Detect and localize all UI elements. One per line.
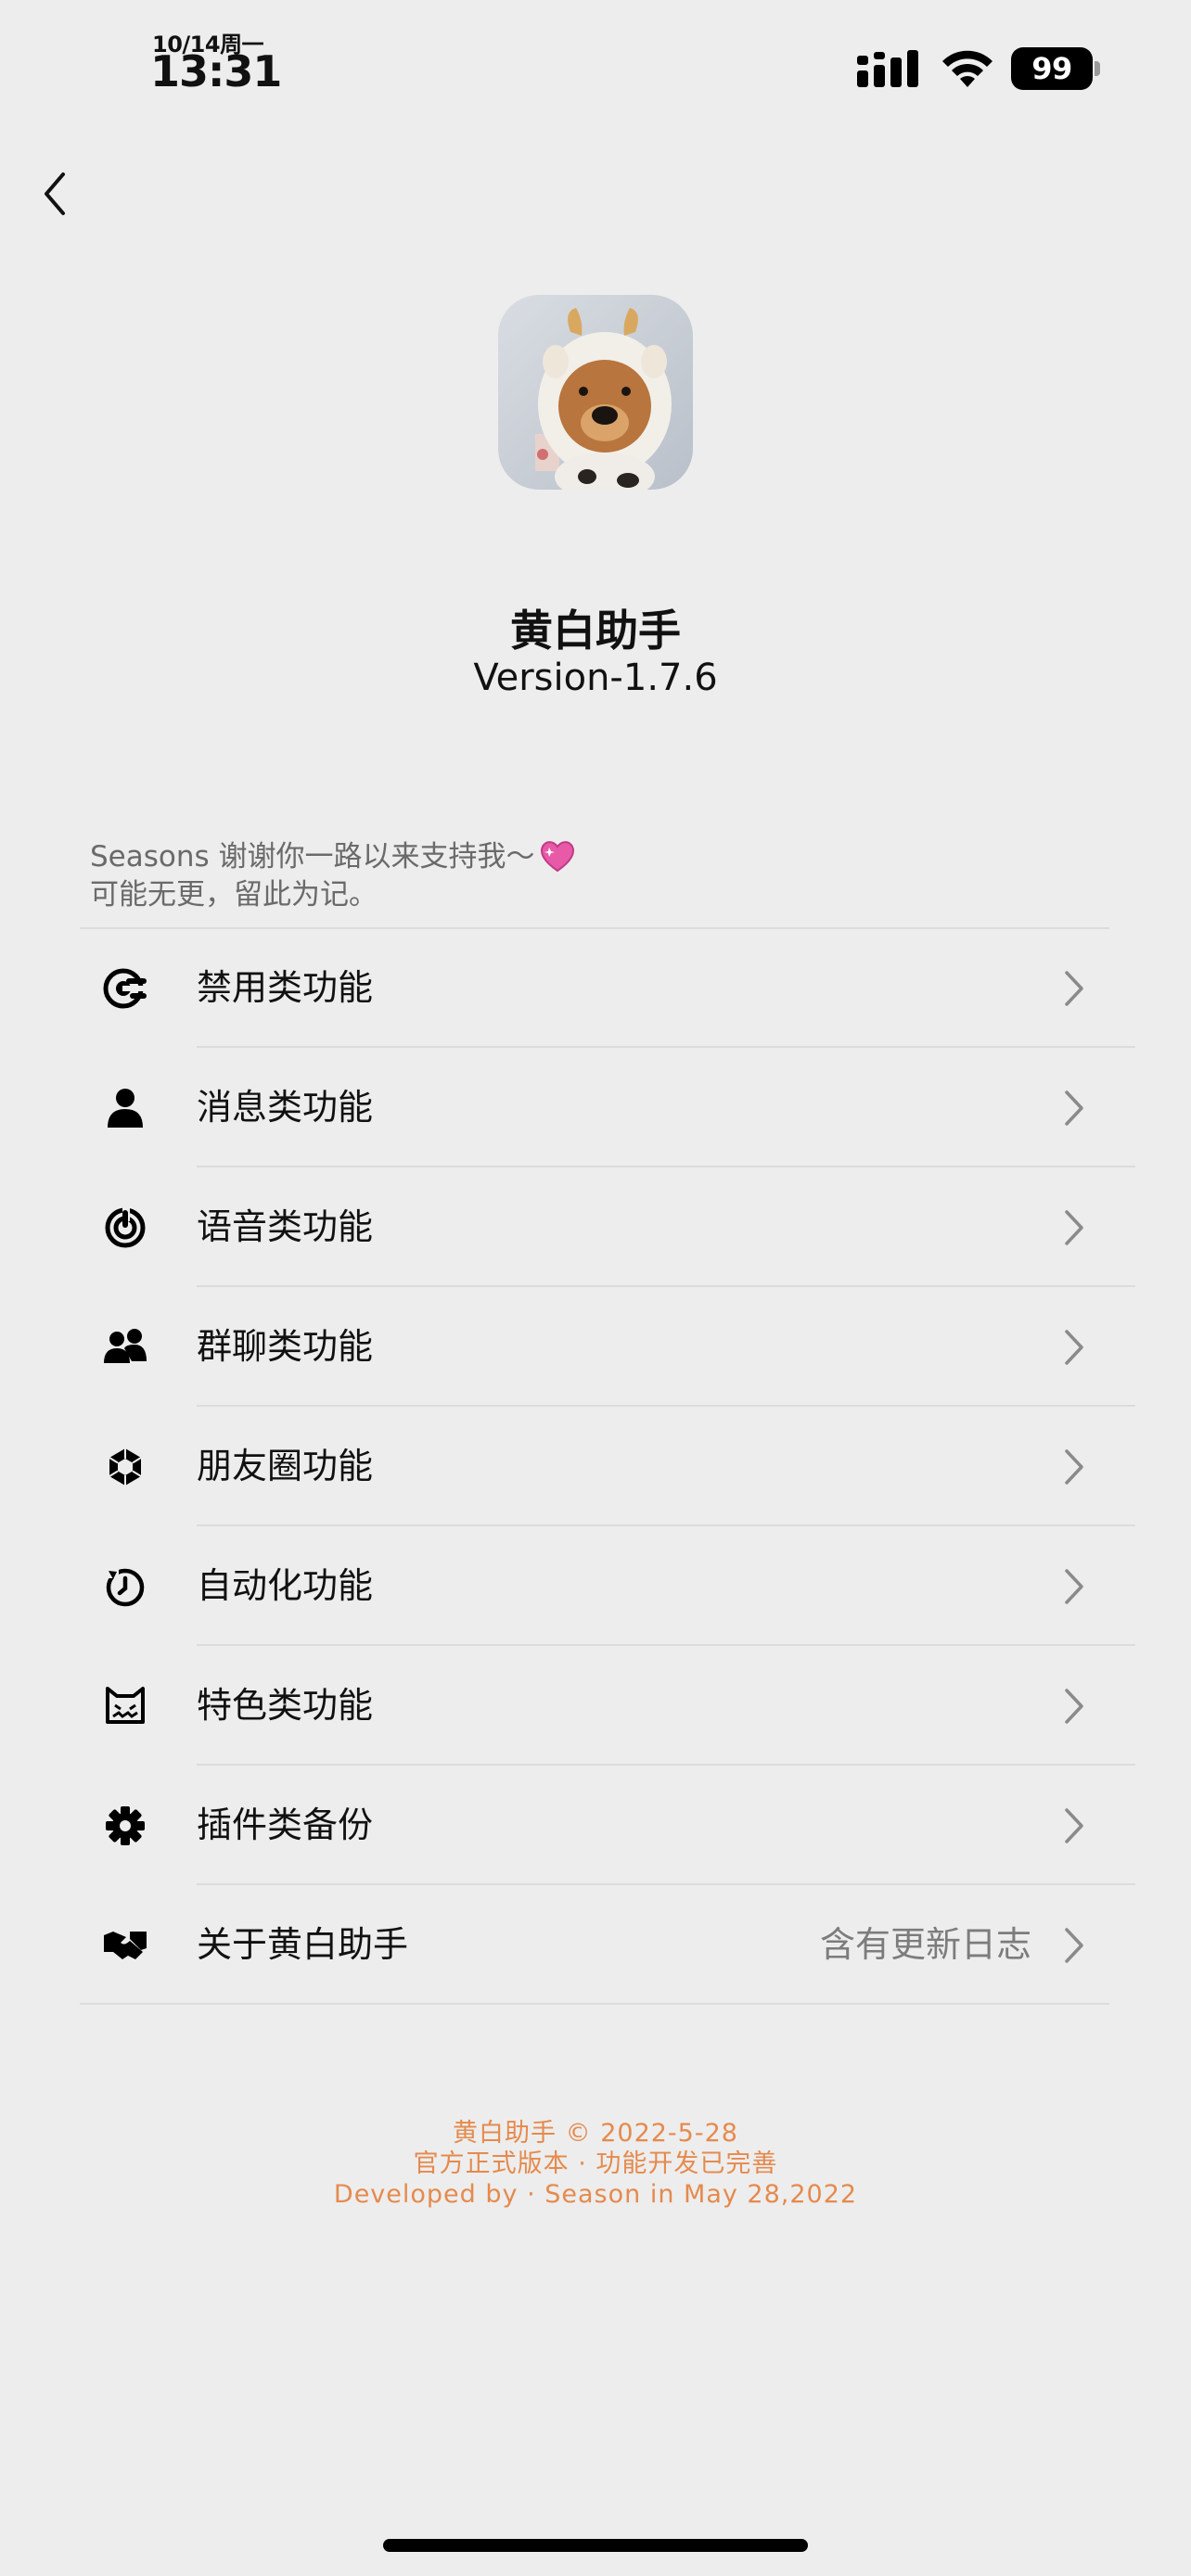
menu-item-moments[interactable]: 朋友圈功能 bbox=[0, 1407, 1191, 1526]
menu-item-label: 禁用类功能 bbox=[197, 967, 374, 1008]
menu-item-label: 关于黄白助手 bbox=[197, 1924, 409, 1965]
menu-item-label: 语音类功能 bbox=[197, 1206, 374, 1247]
chevron-right-icon bbox=[1065, 1689, 1083, 1724]
person-icon bbox=[108, 1089, 143, 1128]
sparkling-heart-icon bbox=[540, 841, 574, 873]
battery-level: 99 bbox=[1011, 47, 1093, 90]
chevron-right-icon bbox=[1065, 1928, 1083, 1963]
footer-developer: Developed by · Season in May 28,2022 bbox=[333, 2180, 858, 2209]
menu-item-message[interactable]: 消息类功能 bbox=[0, 1048, 1191, 1167]
timer-icon bbox=[106, 1567, 145, 1607]
menu-item-label: 朋友圈功能 bbox=[197, 1446, 374, 1486]
battery-icon: 99 bbox=[1011, 47, 1100, 92]
voice-icon bbox=[105, 1206, 146, 1248]
app-name: 黄白助手 bbox=[510, 606, 681, 656]
menu-item-label: 消息类功能 bbox=[197, 1087, 374, 1128]
footer-edition: 官方正式版本 · 功能开发已完善 bbox=[413, 2149, 778, 2178]
menu-item-about[interactable]: 关于黄白助手 含有更新日志 bbox=[0, 1885, 1191, 2005]
menu-item-block[interactable]: 禁用类功能 bbox=[0, 928, 1191, 1048]
note-line-1-text: Seasons 谢谢你一路以来支持我～ bbox=[90, 840, 535, 874]
menu-item-voice[interactable]: 语音类功能 bbox=[0, 1167, 1191, 1287]
handshake-icon bbox=[104, 1932, 147, 1959]
chevron-right-icon bbox=[1065, 1808, 1083, 1843]
group-icon bbox=[104, 1329, 147, 1363]
menu-item-group-chat[interactable]: 群聊类功能 bbox=[0, 1287, 1191, 1407]
chevron-right-icon bbox=[1065, 1210, 1083, 1245]
moments-icon bbox=[109, 1448, 142, 1486]
footer: 黄白助手 © 2022-5-28 官方正式版本 · 功能开发已完善 Develo… bbox=[0, 2118, 1191, 2210]
menu-item-label: 特色类功能 bbox=[197, 1685, 374, 1726]
status-time: 13:31 bbox=[150, 46, 282, 96]
chevron-right-icon bbox=[1065, 1569, 1083, 1604]
block-icon bbox=[103, 968, 147, 1009]
cellular-signal-icon bbox=[857, 50, 918, 87]
status-bar: 10/14周一 13:31 99 bbox=[0, 0, 1191, 139]
note-line-2: 可能无更，留此为记。 bbox=[90, 878, 378, 912]
app-icon bbox=[498, 295, 693, 490]
wifi-icon bbox=[942, 50, 992, 87]
menu-item-plugin-backup[interactable]: 插件类备份 bbox=[0, 1766, 1191, 1885]
home-indicator[interactable] bbox=[383, 2539, 808, 2552]
changelog-hint: 含有更新日志 bbox=[819, 1924, 1031, 1965]
chevron-right-icon bbox=[1065, 1449, 1083, 1485]
menu-item-label: 群聊类功能 bbox=[197, 1326, 374, 1367]
cat-icon bbox=[106, 1687, 145, 1724]
menu-item-label: 插件类备份 bbox=[197, 1804, 374, 1845]
menu-item-automation[interactable]: 自动化功能 bbox=[0, 1526, 1191, 1646]
menu-item-label: 自动化功能 bbox=[197, 1565, 374, 1606]
chevron-right-icon bbox=[1065, 971, 1083, 1006]
chevron-right-icon bbox=[1065, 1090, 1083, 1126]
footer-copyright: 黄白助手 © 2022-5-28 bbox=[453, 2119, 738, 2148]
gear-icon bbox=[106, 1806, 145, 1845]
chevron-right-icon bbox=[1065, 1330, 1083, 1365]
back-button[interactable] bbox=[33, 163, 89, 224]
note-line-1: Seasons 谢谢你一路以来支持我～ bbox=[90, 838, 576, 876]
app-version: Version-1.7.6 bbox=[473, 657, 718, 699]
author-note: Seasons 谢谢你一路以来支持我～ 可能无更，留此为记。 bbox=[90, 838, 576, 914]
menu-item-featured[interactable]: 特色类功能 bbox=[0, 1646, 1191, 1766]
